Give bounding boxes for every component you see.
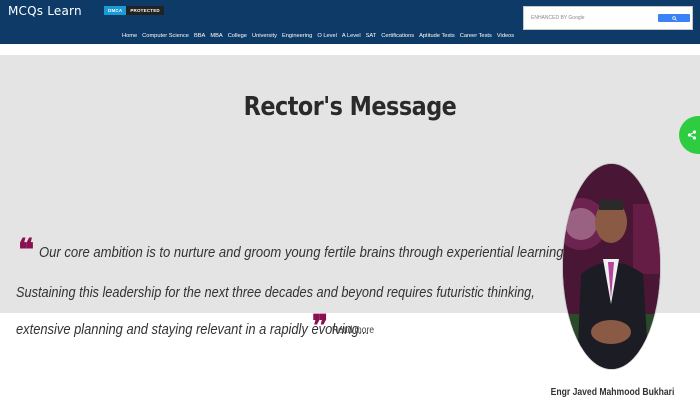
nav-item-college[interactable]: College bbox=[228, 33, 247, 39]
nav-item-bba[interactable]: BBA bbox=[194, 33, 205, 39]
nav-item-sat[interactable]: SAT bbox=[366, 33, 377, 39]
nav-item-aptitude-tests[interactable]: Aptitude Tests bbox=[419, 33, 455, 39]
page-title: Rector's Message bbox=[243, 92, 457, 122]
portrait-image bbox=[563, 164, 660, 369]
quote-line-2: Sustaining this leadership for the next … bbox=[16, 284, 535, 301]
nav-item-engineering[interactable]: Engineering bbox=[282, 33, 312, 39]
dmca-badge-label: DMCA bbox=[104, 6, 127, 15]
protected-badge-label: PROTECTED bbox=[126, 6, 164, 15]
dmca-badge[interactable]: DMCA PROTECTED bbox=[104, 6, 164, 15]
nav-item-home[interactable]: Home bbox=[122, 33, 137, 39]
search-input[interactable] bbox=[531, 11, 649, 25]
close-quote-icon: ❞ bbox=[312, 309, 329, 344]
nav-item-career-tests[interactable]: Career Tests bbox=[460, 33, 492, 39]
nav-item-videos[interactable]: Videos bbox=[497, 33, 514, 39]
search-button[interactable] bbox=[658, 14, 690, 22]
share-icon bbox=[687, 130, 696, 140]
site-logo[interactable]: MCQs Learn bbox=[8, 4, 82, 18]
main-nav: Home Computer Science BBA MBA College Un… bbox=[122, 33, 514, 39]
site-header: MCQs Learn DMCA PROTECTED Home Computer … bbox=[0, 0, 700, 44]
nav-item-mba[interactable]: MBA bbox=[210, 33, 222, 39]
search-icon bbox=[671, 15, 677, 21]
rector-portrait bbox=[563, 164, 660, 369]
nav-item-computer-science[interactable]: Computer Science bbox=[142, 33, 189, 39]
rector-name-caption: Engr Javed Mahmood Bukhari bbox=[550, 387, 675, 398]
nav-item-o-level[interactable]: O Level bbox=[317, 33, 337, 39]
read-more-link[interactable]: Read more bbox=[332, 325, 374, 336]
quote-line-1: Our core ambition is to nurture and groo… bbox=[39, 244, 568, 261]
nav-item-a-level[interactable]: A Level bbox=[342, 33, 361, 39]
nav-item-university[interactable]: University bbox=[252, 33, 277, 39]
open-quote-icon: ❝ bbox=[18, 233, 35, 268]
google-search-box bbox=[523, 6, 693, 30]
nav-item-certifications[interactable]: Certifications bbox=[381, 33, 414, 39]
